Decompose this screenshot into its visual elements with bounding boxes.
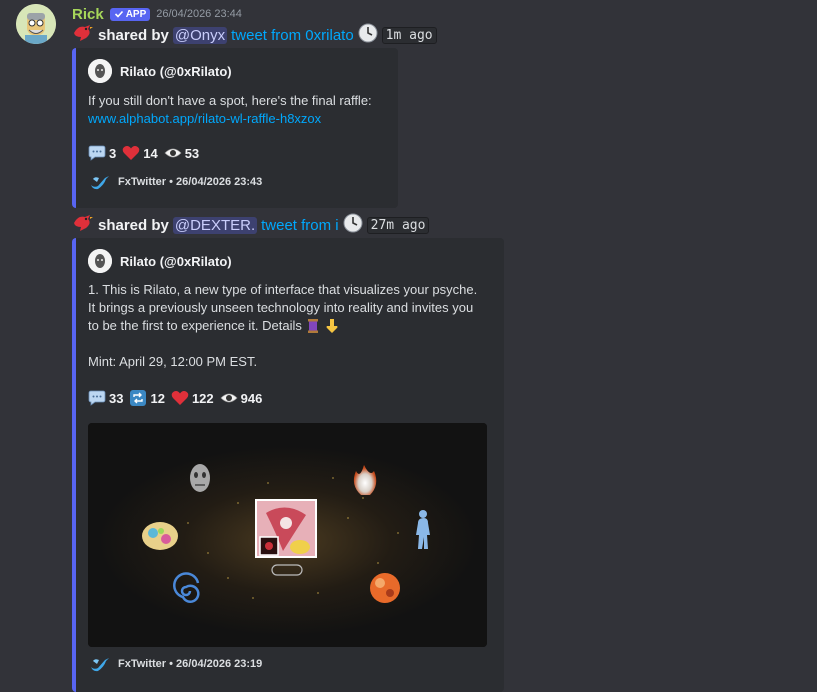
clock-icon (343, 213, 363, 237)
likes-stat: 14 (122, 145, 158, 161)
bird-icon (72, 213, 94, 237)
tweet-stats: 33 12 122 946 (88, 389, 262, 407)
eye-icon (164, 148, 182, 158)
embed-description: If you still don't have a spot, here's t… (88, 92, 388, 128)
retweets-count: 12 (150, 390, 165, 406)
raffle-link[interactable]: www.alphabot.app/rilato-wl-raffle-h8xzox (88, 111, 321, 126)
relative-time: 27m ago (366, 216, 430, 234)
author-name: Rilato (@0xRilato) (120, 253, 232, 269)
app-badge-label: APP (125, 8, 147, 20)
replies-stat: 3 (88, 145, 116, 161)
fxtwitter-icon (91, 176, 109, 190)
replies-count: 33 (109, 390, 124, 406)
repeat-icon (130, 390, 147, 406)
clock-icon (358, 23, 378, 47)
embed-text: If you still don't have a spot, here's t… (88, 93, 372, 108)
speech-bubble-icon (88, 145, 106, 161)
fxtwitter-icon (91, 658, 109, 672)
embed-text-line: 1. This is Rilato, a new type of interfa… (88, 282, 478, 297)
replies-stat: 33 (88, 390, 123, 406)
views-count: 53 (184, 145, 200, 161)
tweet-embed-2: Rilato (@0xRilato) 1. This is Rilato, a … (72, 238, 504, 692)
shared-by-label: shared by (98, 216, 169, 234)
bird-icon (72, 23, 94, 47)
embed-text-line: to be the first to experience it. Detail… (88, 318, 302, 333)
tweet-stats: 3 14 53 (88, 145, 199, 161)
author-name: Rilato (@0xRilato) (120, 63, 232, 79)
embed-author[interactable]: Rilato (@0xRilato) (88, 59, 232, 83)
footer-text: FxTwitter • 26/04/2026 23:43 (118, 176, 263, 188)
bot-avatar[interactable] (16, 4, 56, 44)
tweet-link[interactable]: tweet from 0xrilato (231, 27, 354, 44)
speech-bubble-icon (88, 390, 106, 406)
likes-stat: 122 (171, 390, 214, 406)
relative-time: 1m ago (381, 26, 437, 44)
views-count: 946 (240, 390, 263, 406)
tweet-media-image[interactable] (88, 423, 487, 647)
author-avatar (88, 59, 112, 83)
thread-spool-icon (307, 319, 318, 333)
embed-text-line: It brings a previously unseen technology… (88, 300, 474, 315)
tweet-link[interactable]: tweet from i (261, 217, 339, 234)
user-mention[interactable]: @Onyx (172, 26, 228, 44)
shared-line-2: shared by @DEXTER. tweet from i 27m ago (72, 213, 430, 237)
embed-author[interactable]: Rilato (@0xRilato) (88, 249, 232, 273)
views-stat: 53 (164, 146, 199, 161)
heart-icon (122, 146, 140, 160)
user-mention[interactable]: @DEXTER. (172, 216, 258, 234)
likes-count: 14 (143, 145, 158, 161)
replies-count: 3 (109, 145, 117, 161)
embed-footer: FxTwitter • 26/04/2026 23:43 (90, 173, 262, 191)
message-timestamp: 26/04/2026 23:44 (156, 8, 242, 20)
mint-info: Mint: April 29, 12:00 PM EST. (88, 354, 258, 369)
username[interactable]: Rick (72, 6, 104, 23)
footer-text: FxTwitter • 26/04/2026 23:19 (118, 658, 263, 670)
check-icon (114, 10, 123, 18)
message-header: Rick APP 26/04/2026 23:44 (72, 4, 242, 24)
author-avatar (88, 249, 112, 273)
eye-icon (220, 393, 238, 403)
app-badge: APP (109, 7, 151, 21)
embed-description: 1. This is Rilato, a new type of interfa… (88, 281, 498, 371)
heart-icon (171, 391, 189, 405)
point-down-icon (326, 319, 338, 333)
shared-line-1: shared by @Onyx tweet from 0xrilato 1m a… (72, 23, 437, 47)
tweet-embed-1: Rilato (@0xRilato) If you still don't ha… (72, 48, 398, 208)
retweets-stat: 12 (129, 389, 165, 407)
embed-footer: FxTwitter • 26/04/2026 23:19 (90, 655, 262, 673)
views-stat: 946 (220, 390, 263, 406)
shared-by-label: shared by (98, 26, 169, 44)
likes-count: 122 (191, 390, 214, 406)
